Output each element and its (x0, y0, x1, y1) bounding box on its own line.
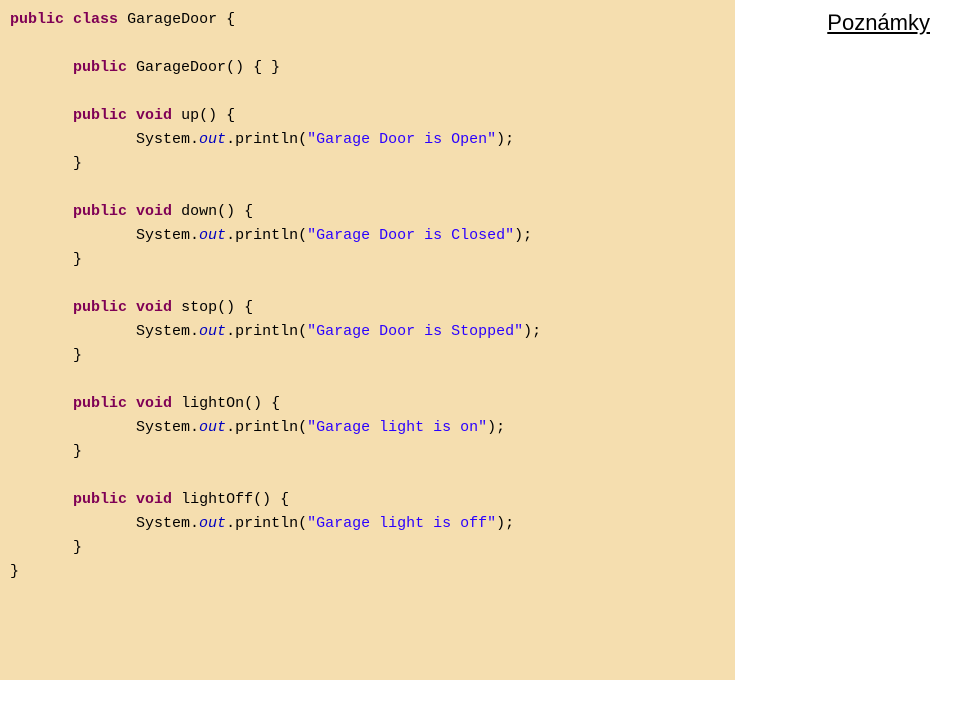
println: .println( (226, 323, 307, 340)
ctor-name: GarageDoor() { } (136, 59, 280, 76)
keyword-class: class (73, 11, 118, 28)
keyword-public: public (73, 203, 127, 220)
keyword-public: public (73, 395, 127, 412)
keyword-void: void (136, 107, 172, 124)
out-field: out (199, 227, 226, 244)
keyword-void: void (136, 491, 172, 508)
keyword-void: void (136, 395, 172, 412)
string-literal: "Garage light is on" (307, 419, 487, 436)
method-lighton: lightOn() { (181, 395, 280, 412)
close-paren: ); (496, 131, 514, 148)
close-paren: ); (496, 515, 514, 532)
close-paren: ); (487, 419, 505, 436)
page-title: Poznámky (827, 10, 930, 36)
println: .println( (226, 419, 307, 436)
keyword-public: public (73, 299, 127, 316)
keyword-public: public (10, 11, 64, 28)
println: .println( (226, 131, 307, 148)
keyword-void: void (136, 299, 172, 316)
class-brace-close: } (10, 563, 19, 580)
keyword-public: public (73, 59, 127, 76)
println: .println( (226, 515, 307, 532)
system: System. (136, 227, 199, 244)
out-field: out (199, 515, 226, 532)
brace-close: } (73, 539, 82, 556)
system: System. (136, 515, 199, 532)
close-paren: ); (514, 227, 532, 244)
code-block: public class GarageDoor { public GarageD… (0, 0, 735, 680)
brace-close: } (73, 155, 82, 172)
out-field: out (199, 323, 226, 340)
string-literal: "Garage Door is Open" (307, 131, 496, 148)
system: System. (136, 419, 199, 436)
system: System. (136, 323, 199, 340)
system: System. (136, 131, 199, 148)
method-stop: stop() { (181, 299, 253, 316)
brace-close: } (73, 443, 82, 460)
println: .println( (226, 227, 307, 244)
out-field: out (199, 131, 226, 148)
keyword-public: public (73, 107, 127, 124)
string-literal: "Garage Door is Closed" (307, 227, 514, 244)
string-literal: "Garage Door is Stopped" (307, 323, 523, 340)
brace-close: } (73, 347, 82, 364)
class-name: GarageDoor { (127, 11, 235, 28)
method-down: down() { (181, 203, 253, 220)
method-up: up() { (181, 107, 235, 124)
out-field: out (199, 419, 226, 436)
brace-close: } (73, 251, 82, 268)
close-paren: ); (523, 323, 541, 340)
method-lightoff: lightOff() { (181, 491, 289, 508)
keyword-void: void (136, 203, 172, 220)
keyword-public: public (73, 491, 127, 508)
string-literal: "Garage light is off" (307, 515, 496, 532)
